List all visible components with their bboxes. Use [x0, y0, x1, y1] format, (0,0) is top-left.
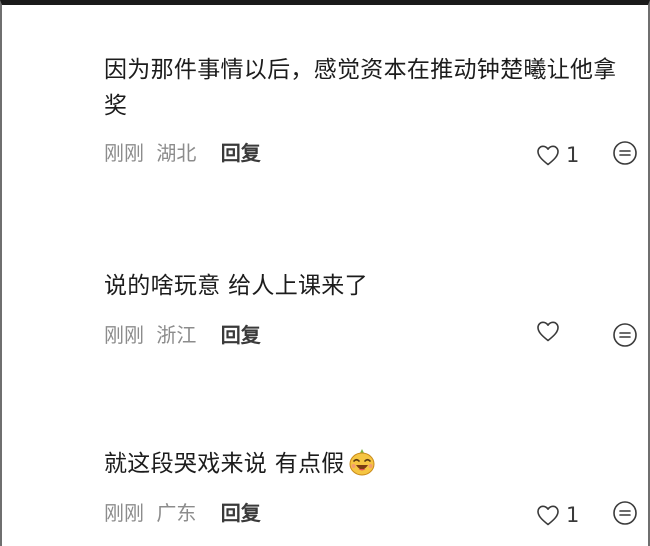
- comment-text: 就这段哭戏来说 有点假: [104, 451, 345, 477]
- like-button[interactable]: 1: [536, 498, 579, 532]
- comment-time: 刚刚: [104, 323, 144, 347]
- comment-location: 湖北: [156, 141, 197, 165]
- laughing-emoji-icon: [349, 449, 375, 476]
- reply-button[interactable]: 回复: [221, 141, 261, 165]
- more-options-icon[interactable]: [612, 500, 638, 526]
- comment-meta: 刚刚 湖北 回复 1: [104, 136, 650, 170]
- more-options-icon[interactable]: [612, 322, 638, 348]
- more-options-icon[interactable]: [612, 140, 638, 166]
- comment-text: 说的啥玩意 给人上课来了: [104, 273, 368, 299]
- like-count: 1: [566, 503, 580, 527]
- comment-item: 说的啥玩意 给人上课来了 刚刚 浙江 回复: [104, 268, 650, 352]
- like-button[interactable]: [536, 320, 566, 342]
- comment-text-line: 就这段哭戏来说 有点假: [104, 446, 634, 482]
- comment-text: 因为那件事情以后，感觉资本在推动钟楚曦让他拿奖: [104, 57, 617, 119]
- comment-time: 刚刚: [104, 501, 144, 525]
- reply-button[interactable]: 回复: [221, 323, 261, 347]
- comment-item: 因为那件事情以后，感觉资本在推动钟楚曦让他拿奖 刚刚 湖北 回复 1: [104, 52, 650, 170]
- like-button[interactable]: 1: [536, 138, 579, 172]
- comment-location: 浙江: [156, 323, 197, 347]
- reply-button[interactable]: 回复: [221, 501, 261, 525]
- comment-item: 就这段哭戏来说 有点假 刚刚 广东 回复 1: [104, 446, 650, 530]
- comment-location: 广东: [156, 501, 197, 525]
- heart-outline-icon: [537, 145, 559, 166]
- comment-meta: 刚刚 浙江 回复: [104, 318, 650, 352]
- heart-outline-icon: [537, 321, 559, 342]
- like-count: 1: [566, 143, 580, 167]
- heart-outline-icon: [537, 505, 559, 526]
- comment-time: 刚刚: [104, 141, 144, 165]
- comment-meta: 刚刚 广东 回复 1: [104, 496, 650, 530]
